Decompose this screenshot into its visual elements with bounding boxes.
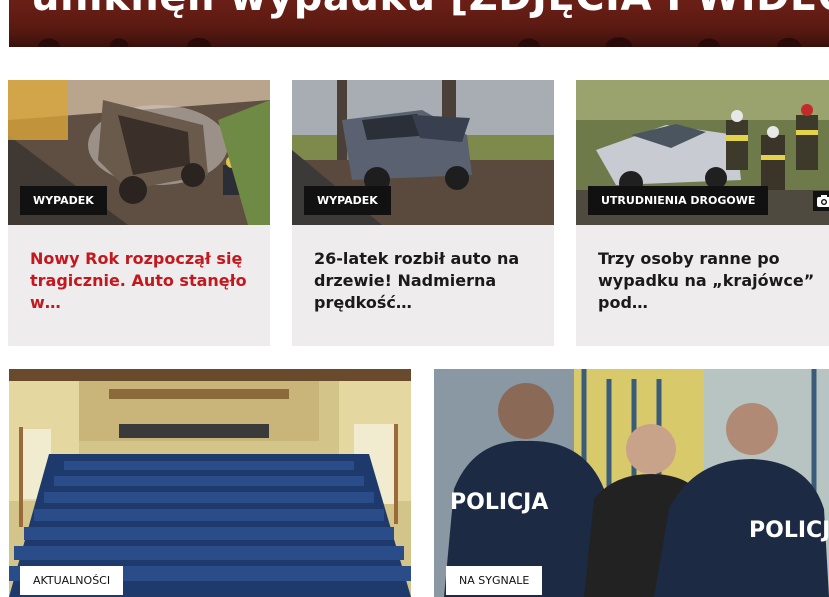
article-card[interactable]: WYPADEK Nowy Rok rozpoczął się tragiczni… — [8, 80, 270, 346]
article-image-police-arrest[interactable]: POLICJA POLICJ — [434, 369, 829, 597]
camera-icon — [813, 191, 829, 211]
svg-text:POLICJ: POLICJ — [749, 518, 829, 543]
article-card-police[interactable]: POLICJA POLICJ NA SYGNALE — [434, 369, 829, 597]
article-card[interactable]: UTRUDNIENIA DROGOWE Trzy osoby ranne po … — [576, 80, 829, 346]
article-headline[interactable]: 26-latek rozbił auto na drzewie! Nadmier… — [314, 248, 539, 314]
svg-text:POLICJA: POLICJA — [450, 490, 548, 515]
hero-banner[interactable]: uniknęli wypadku [ZDJĘCIA I WIDEO] — [9, 0, 829, 47]
article-card-cinema[interactable]: AKTUALNOŚCI — [9, 369, 411, 597]
article-headline[interactable]: Trzy osoby ranne po wypadku na „krajówce… — [598, 248, 823, 314]
article-card[interactable]: WYPADEK 26-latek rozbił auto na drzewie!… — [292, 80, 554, 346]
category-tag[interactable]: WYPADEK — [20, 186, 107, 215]
category-tag[interactable]: UTRUDNIENIA DROGOWE — [588, 186, 769, 215]
article-image-cinema-hall[interactable] — [9, 369, 411, 597]
category-tag[interactable]: WYPADEK — [304, 186, 391, 215]
article-headline[interactable]: Nowy Rok rozpoczął się tragicznie. Auto … — [30, 248, 255, 314]
category-tag[interactable]: AKTUALNOŚCI — [20, 566, 124, 595]
hero-image — [9, 25, 829, 47]
hero-title[interactable]: uniknęli wypadku [ZDJĘCIA I WIDEO] — [31, 0, 829, 20]
category-tag[interactable]: NA SYGNALE — [446, 566, 543, 595]
